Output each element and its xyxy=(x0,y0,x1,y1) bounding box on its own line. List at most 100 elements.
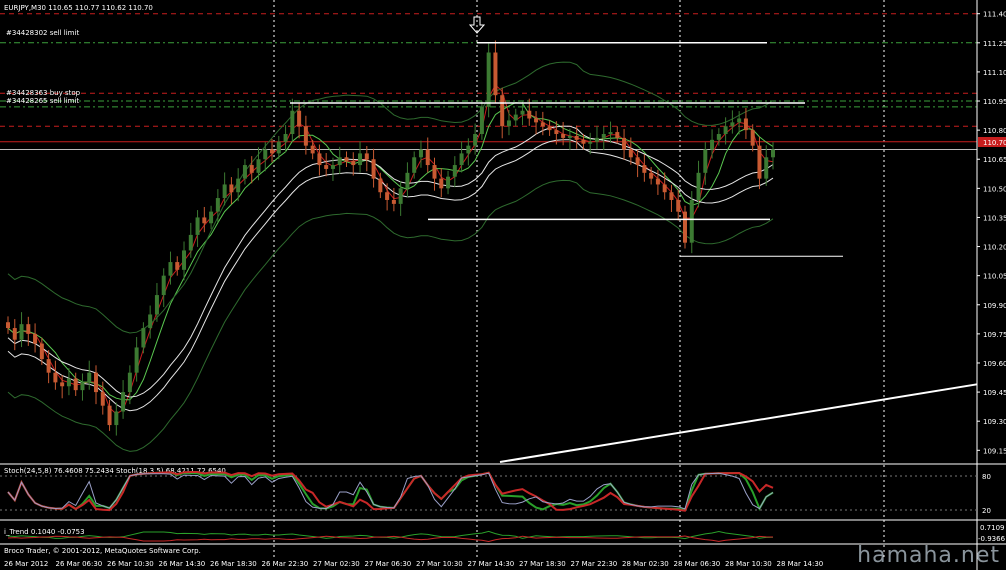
candle-body xyxy=(608,132,613,135)
candle-body xyxy=(12,328,17,340)
candle-body xyxy=(527,110,532,119)
candle-body xyxy=(574,135,579,140)
time-tick-label: 28 Mar 10:30 xyxy=(725,560,772,568)
candle-body xyxy=(554,130,559,135)
price-tick-label: 110.80 xyxy=(983,127,1006,135)
candle-body xyxy=(696,172,701,200)
price-tick-label: 109.60 xyxy=(983,360,1006,368)
current-price-label: 110.70 xyxy=(983,139,1006,147)
candle-body xyxy=(19,324,24,340)
price-tick-label: 110.35 xyxy=(983,214,1006,222)
price-tick-label: 109.75 xyxy=(983,331,1006,339)
candle-body xyxy=(703,149,708,173)
candle-body xyxy=(750,130,755,146)
candle-body xyxy=(405,172,410,189)
candle-body xyxy=(195,217,200,235)
candle-body xyxy=(479,106,484,135)
time-tick-label: 27 Mar 10:30 xyxy=(416,560,463,568)
candle-body xyxy=(236,178,241,193)
candle-body xyxy=(141,328,146,348)
candle-body xyxy=(601,134,606,138)
price-tick-label: 111.25 xyxy=(983,40,1006,48)
candle-body xyxy=(202,217,207,224)
candle-body xyxy=(33,333,38,344)
time-tick-label: 28 Mar 14:30 xyxy=(777,560,824,568)
candle-body xyxy=(594,137,599,142)
candle-body xyxy=(432,165,437,179)
candle-body xyxy=(730,122,735,127)
candle-body xyxy=(493,52,498,96)
time-tick-label: 27 Mar 14:30 xyxy=(468,560,515,568)
symbol-header: EURJPY,M30 110.65 110.77 110.62 110.70 xyxy=(4,4,153,12)
candle-body xyxy=(398,188,403,204)
candle-body xyxy=(506,120,511,127)
candle-body xyxy=(561,134,566,138)
candle-body xyxy=(324,165,329,169)
candle-body xyxy=(676,199,681,212)
price-tick-label: 110.20 xyxy=(983,244,1006,252)
time-tick-label: 27 Mar 02:30 xyxy=(313,560,360,568)
candle-body xyxy=(743,118,748,131)
order-label-2: #34428363 buy stop xyxy=(6,89,81,97)
time-tick-label: 26 Mar 22:30 xyxy=(262,560,309,568)
candle-body xyxy=(297,110,302,127)
candle-body xyxy=(418,149,423,158)
price-tick-label: 109.90 xyxy=(983,302,1006,310)
candle-body xyxy=(215,198,220,212)
candle-body xyxy=(737,118,742,123)
candle-body xyxy=(134,347,139,373)
candle-body xyxy=(127,372,132,393)
candle-body xyxy=(168,262,173,276)
candle-body xyxy=(229,184,234,193)
candle-body xyxy=(459,153,464,166)
candle-body xyxy=(622,137,627,150)
candle-body xyxy=(669,192,674,200)
price-tick-label: 111.40 xyxy=(983,11,1006,19)
order-label-1: #34428302 sell limit xyxy=(6,29,79,37)
candle-body xyxy=(710,139,715,150)
time-tick-label: 26 Mar 06:30 xyxy=(56,560,103,568)
candle-body xyxy=(222,184,227,199)
candle-body xyxy=(615,132,620,138)
candle-body xyxy=(53,372,58,383)
candle-body xyxy=(364,153,369,160)
candle-body xyxy=(310,145,315,154)
candle-body xyxy=(391,199,396,204)
candle-body xyxy=(473,134,478,146)
time-tick-label: 27 Mar 22:30 xyxy=(571,560,618,568)
candle-body xyxy=(330,165,335,169)
candle-body xyxy=(317,153,322,166)
candle-body xyxy=(588,141,593,144)
candle-body xyxy=(567,135,572,138)
price-tick-label: 109.15 xyxy=(983,447,1006,455)
candle-body xyxy=(358,153,363,166)
candle-body xyxy=(276,141,281,154)
candle-body xyxy=(757,145,762,179)
candle-body xyxy=(452,165,457,177)
candle-body xyxy=(581,139,586,144)
candle-body xyxy=(716,134,721,140)
candle-body xyxy=(540,122,545,127)
order-label-3: #34428265 sell limit xyxy=(6,97,79,105)
candle-body xyxy=(121,392,126,412)
candle-body xyxy=(344,157,349,162)
candle-body xyxy=(764,157,769,179)
copyright-text: Broco Trader, © 2001-2012, MetaQuotes So… xyxy=(4,547,201,555)
candle-body xyxy=(500,95,505,127)
candle-body xyxy=(534,118,539,123)
candle-body xyxy=(87,372,92,383)
candle-body xyxy=(263,149,268,160)
stoch-level-20: 20 xyxy=(982,507,991,515)
candle-body xyxy=(39,343,44,360)
price-chart[interactable]: 111.40 111.25 111.10 110.95 110.80 110.65 110.… xyxy=(0,0,1006,570)
time-tick-label: 27 Mar 18:30 xyxy=(519,560,566,568)
trend-level-high: 0.7109 xyxy=(980,524,1005,532)
candle-body xyxy=(655,178,660,185)
candle-body xyxy=(642,165,647,173)
candle-body xyxy=(283,134,288,142)
candle-body xyxy=(520,110,525,115)
candle-body xyxy=(154,295,159,315)
candle-body xyxy=(771,149,775,158)
time-tick-label: 28 Mar 06:30 xyxy=(674,560,721,568)
watermark: hamaha.net xyxy=(857,543,1000,568)
